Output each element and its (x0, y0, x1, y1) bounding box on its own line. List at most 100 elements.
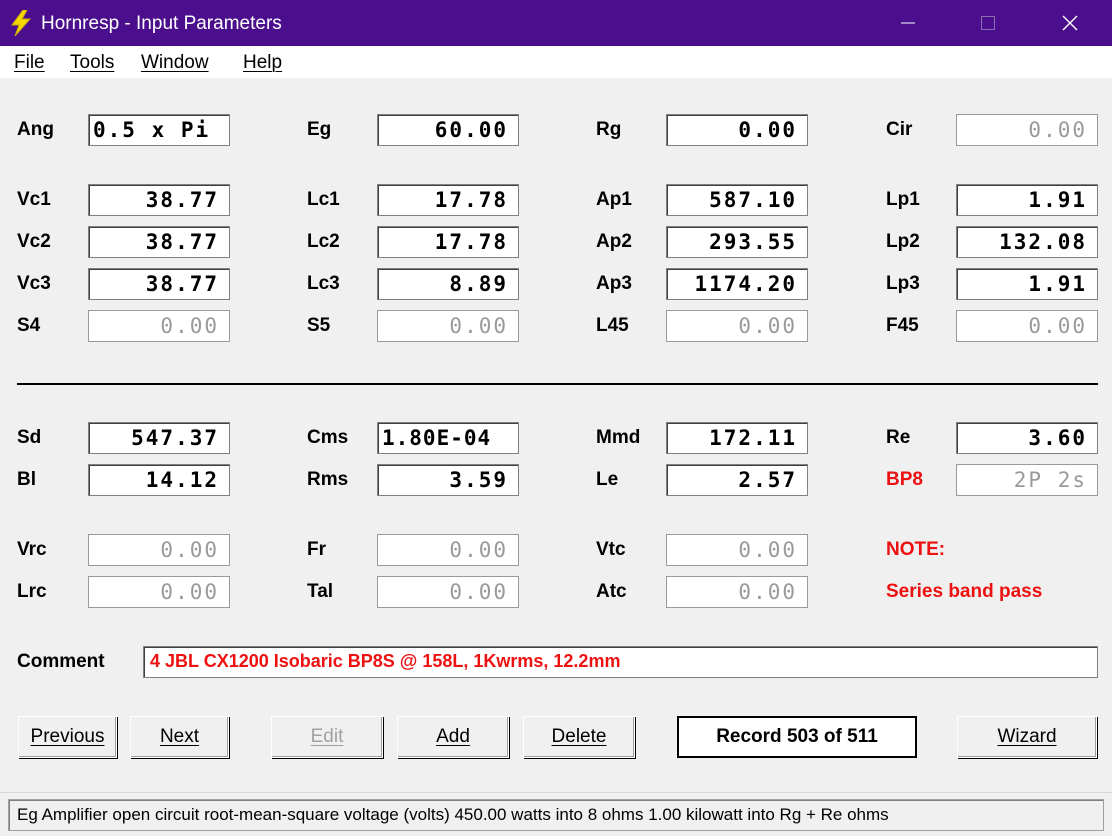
label-vc1: Vc1 (17, 189, 51, 210)
next-button[interactable]: Next (130, 716, 229, 758)
field-bl[interactable]: 14.12 (88, 464, 230, 496)
lightning-bolt-icon (11, 10, 32, 36)
field-l45[interactable]: 0.00 (666, 310, 808, 342)
minimize-button[interactable] (868, 0, 948, 46)
field-lp1[interactable]: 1.91 (956, 184, 1098, 216)
label-vc3: Vc3 (17, 273, 51, 294)
label-ap2: Ap2 (596, 231, 632, 252)
field-cir[interactable]: 0.00 (956, 114, 1098, 146)
label-l45: L45 (596, 315, 629, 336)
field-s4[interactable]: 0.00 (88, 310, 230, 342)
field-atc[interactable]: 0.00 (666, 576, 808, 608)
field-vtc[interactable]: 0.00 (666, 534, 808, 566)
label-rms: Rms (307, 469, 349, 490)
menu-file[interactable]: File (14, 52, 45, 74)
label-bl: Bl (17, 469, 36, 490)
label-mmd: Mmd (596, 427, 641, 448)
menu-window[interactable]: Window (141, 52, 209, 74)
field-bp8[interactable]: 2P 2s (956, 464, 1098, 496)
label-f45: F45 (886, 315, 919, 336)
next-button-label: Next (159, 726, 200, 747)
menu-bar: File Tools Window Help (0, 46, 1112, 78)
label-ang: Ang (17, 119, 54, 140)
field-sd[interactable]: 547.37 (88, 422, 230, 454)
label-ap3: Ap3 (596, 273, 632, 294)
input-parameters-form: Ang 0.5 x Pi Eg 60.00 Rg 0.00 Cir 0.00 V… (0, 78, 1112, 792)
field-f45[interactable]: 0.00 (956, 310, 1098, 342)
note-text: Series band pass (886, 581, 1043, 602)
label-ap1: Ap1 (596, 189, 632, 210)
note-label: NOTE: (886, 539, 946, 560)
wizard-button[interactable]: Wizard (957, 716, 1097, 758)
menu-tools[interactable]: Tools (70, 52, 114, 74)
maximize-button[interactable] (948, 0, 1028, 46)
label-eg: Eg (307, 119, 332, 140)
label-atc: Atc (596, 581, 627, 602)
label-lrc: Lrc (17, 581, 47, 602)
label-lp2: Lp2 (886, 231, 920, 252)
wizard-button-label: Wizard (997, 726, 1057, 747)
label-lc3: Lc3 (307, 273, 340, 294)
close-button[interactable] (1030, 0, 1110, 46)
field-vc1[interactable]: 38.77 (88, 184, 230, 216)
label-lc2: Lc2 (307, 231, 340, 252)
field-tal[interactable]: 0.00 (377, 576, 519, 608)
field-vrc[interactable]: 0.00 (88, 534, 230, 566)
add-button[interactable]: Add (397, 716, 509, 758)
field-lc1[interactable]: 17.78 (377, 184, 519, 216)
label-s5: S5 (307, 315, 331, 336)
field-re[interactable]: 3.60 (956, 422, 1098, 454)
label-fr: Fr (307, 539, 326, 560)
field-lp3[interactable]: 1.91 (956, 268, 1098, 300)
field-lp2[interactable]: 132.08 (956, 226, 1098, 258)
field-vc3[interactable]: 38.77 (88, 268, 230, 300)
field-lc3[interactable]: 8.89 (377, 268, 519, 300)
label-sd: Sd (17, 427, 42, 448)
delete-button-label: Delete (551, 726, 607, 747)
field-eg[interactable]: 60.00 (377, 114, 519, 146)
field-ap1[interactable]: 587.10 (666, 184, 808, 216)
previous-button[interactable]: Previous (18, 716, 117, 758)
field-rg[interactable]: 0.00 (666, 114, 808, 146)
section-divider (17, 383, 1098, 385)
label-cms: Cms (307, 427, 349, 448)
field-s5[interactable]: 0.00 (377, 310, 519, 342)
close-icon (1062, 15, 1078, 31)
label-lc1: Lc1 (307, 189, 340, 210)
menu-help[interactable]: Help (243, 52, 282, 74)
edit-button-label: Edit (310, 726, 344, 747)
field-ap3[interactable]: 1174.20 (666, 268, 808, 300)
title-bar: Hornresp - Input Parameters (0, 0, 1112, 46)
status-bar: Eg Amplifier open circuit root-mean-squa… (0, 792, 1112, 836)
field-fr[interactable]: 0.00 (377, 534, 519, 566)
delete-button[interactable]: Delete (523, 716, 635, 758)
field-rms[interactable]: 3.59 (377, 464, 519, 496)
previous-button-label: Previous (30, 726, 105, 747)
label-bp8: BP8 (886, 469, 923, 490)
label-lp1: Lp1 (886, 189, 920, 210)
field-le[interactable]: 2.57 (666, 464, 808, 496)
status-text: Eg Amplifier open circuit root-mean-squa… (8, 799, 1104, 831)
field-ang[interactable]: 0.5 x Pi (88, 114, 230, 146)
label-tal: Tal (307, 581, 334, 602)
label-comment: Comment (17, 651, 105, 672)
field-mmd[interactable]: 172.11 (666, 422, 808, 454)
label-vrc: Vrc (17, 539, 47, 560)
field-vc2[interactable]: 38.77 (88, 226, 230, 258)
record-indicator: Record 503 of 511 (677, 716, 917, 758)
label-vc2: Vc2 (17, 231, 51, 252)
field-cms[interactable]: 1.80E-04 (377, 422, 519, 454)
minimize-icon (901, 22, 915, 24)
comment-field[interactable]: 4 JBL CX1200 Isobaric BP8S @ 158L, 1Kwrm… (143, 646, 1098, 678)
label-le: Le (596, 469, 619, 490)
maximize-icon (981, 16, 995, 30)
field-lc2[interactable]: 17.78 (377, 226, 519, 258)
window-title: Hornresp - Input Parameters (41, 13, 282, 34)
field-lrc[interactable]: 0.00 (88, 576, 230, 608)
field-ap2[interactable]: 293.55 (666, 226, 808, 258)
label-rg: Rg (596, 119, 622, 140)
label-cir: Cir (886, 119, 913, 140)
label-vtc: Vtc (596, 539, 626, 560)
edit-button[interactable]: Edit (271, 716, 383, 758)
label-s4: S4 (17, 315, 41, 336)
